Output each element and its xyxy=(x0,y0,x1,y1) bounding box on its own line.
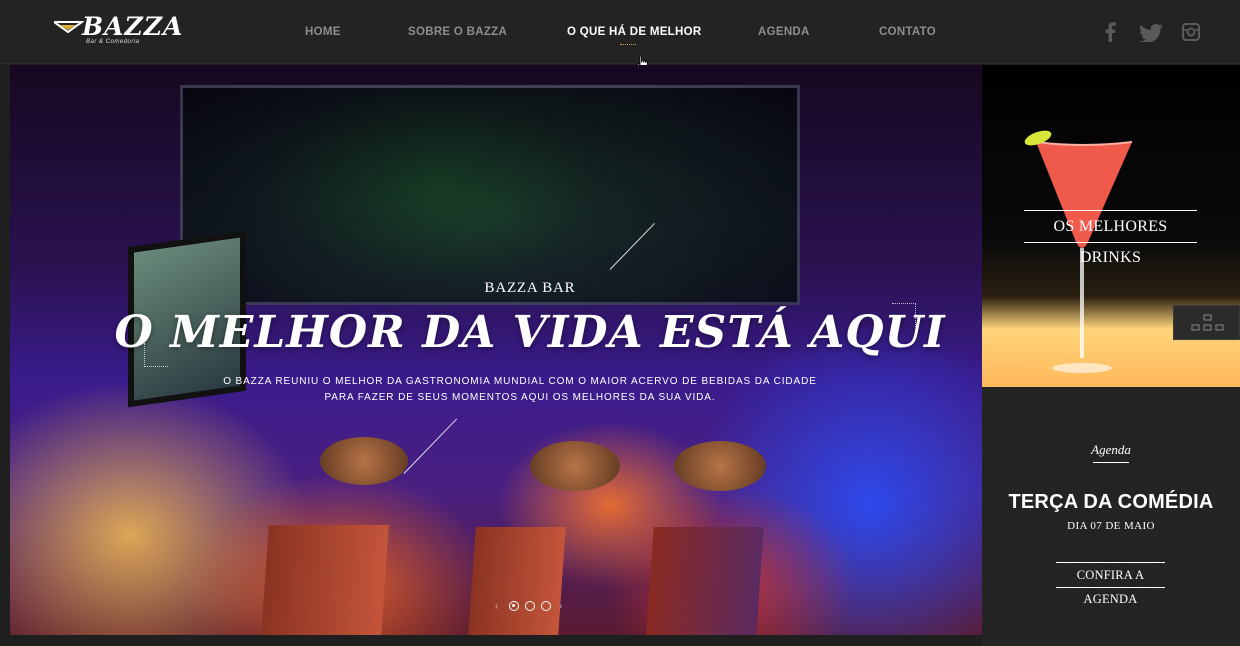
hero-content: BAZZA BAR O MELHOR DA VIDA ESTÁ AQUI O B… xyxy=(10,65,982,635)
agenda-link-button[interactable]: CONFIRA A AGENDA xyxy=(1056,562,1165,606)
facebook-icon[interactable] xyxy=(1104,22,1116,47)
event-title: TERÇA DA COMÉDIA xyxy=(1008,491,1214,513)
nav-item-sobre[interactable]: SOBRE O BAZZA xyxy=(408,26,507,38)
hero-description: O BAZZA REUNIU O MELHOR DA GASTRONOMIA M… xyxy=(223,376,817,403)
nav-item-home[interactable]: HOME xyxy=(305,26,341,38)
decorative-bracket xyxy=(892,303,916,327)
instagram-icon[interactable] xyxy=(1182,23,1200,46)
nav-item-contato[interactable]: CONTATO xyxy=(879,26,936,38)
logo-mark-icon xyxy=(54,21,84,34)
brand-tagline: Bar & Comedoria xyxy=(86,39,140,45)
drinks-title[interactable]: OS MELHORES DRINKS xyxy=(1024,210,1197,266)
active-nav-indicator xyxy=(620,44,636,45)
nav-item-o-que-ha-de-melhor[interactable]: O QUE HÁ DE MELHOR xyxy=(567,26,701,38)
nav-item-agenda[interactable]: AGENDA xyxy=(758,26,810,38)
hero-kicker: BAZZA BAR xyxy=(484,280,576,296)
brand-name: BAZZA xyxy=(82,12,184,41)
agenda-divider xyxy=(1093,462,1129,463)
decorative-line xyxy=(609,223,655,270)
hero-slider: BAZZA BAR O MELHOR DA VIDA ESTÁ AQUI O B… xyxy=(10,65,982,635)
agenda-label: Agenda xyxy=(1091,442,1131,457)
page: BAZZA Bar & Comedoria HOME SOBRE O BAZZA… xyxy=(0,0,1240,646)
grid-icon xyxy=(1191,314,1224,331)
decorative-bracket xyxy=(144,343,168,367)
twitter-icon[interactable] xyxy=(1139,24,1163,47)
layout-toggle-button[interactable] xyxy=(1173,305,1240,340)
slider-dot[interactable] xyxy=(525,601,535,611)
decorative-line xyxy=(403,418,458,474)
hero-bottom-strip xyxy=(0,635,982,646)
header: BAZZA Bar & Comedoria HOME SOBRE O BAZZA… xyxy=(0,0,1240,71)
slider-dot[interactable] xyxy=(509,601,519,611)
event-date: DIA 07 DE MAIO xyxy=(1067,520,1155,532)
brand-logo[interactable]: BAZZA Bar & Comedoria xyxy=(52,12,182,50)
slider-prev-icon[interactable]: ‹ xyxy=(495,601,498,612)
slider-dot[interactable] xyxy=(541,601,551,611)
agenda-card: Agenda TERÇA DA COMÉDIA DIA 07 DE MAIO C… xyxy=(982,387,1240,646)
slider-next-icon[interactable]: › xyxy=(559,601,562,612)
